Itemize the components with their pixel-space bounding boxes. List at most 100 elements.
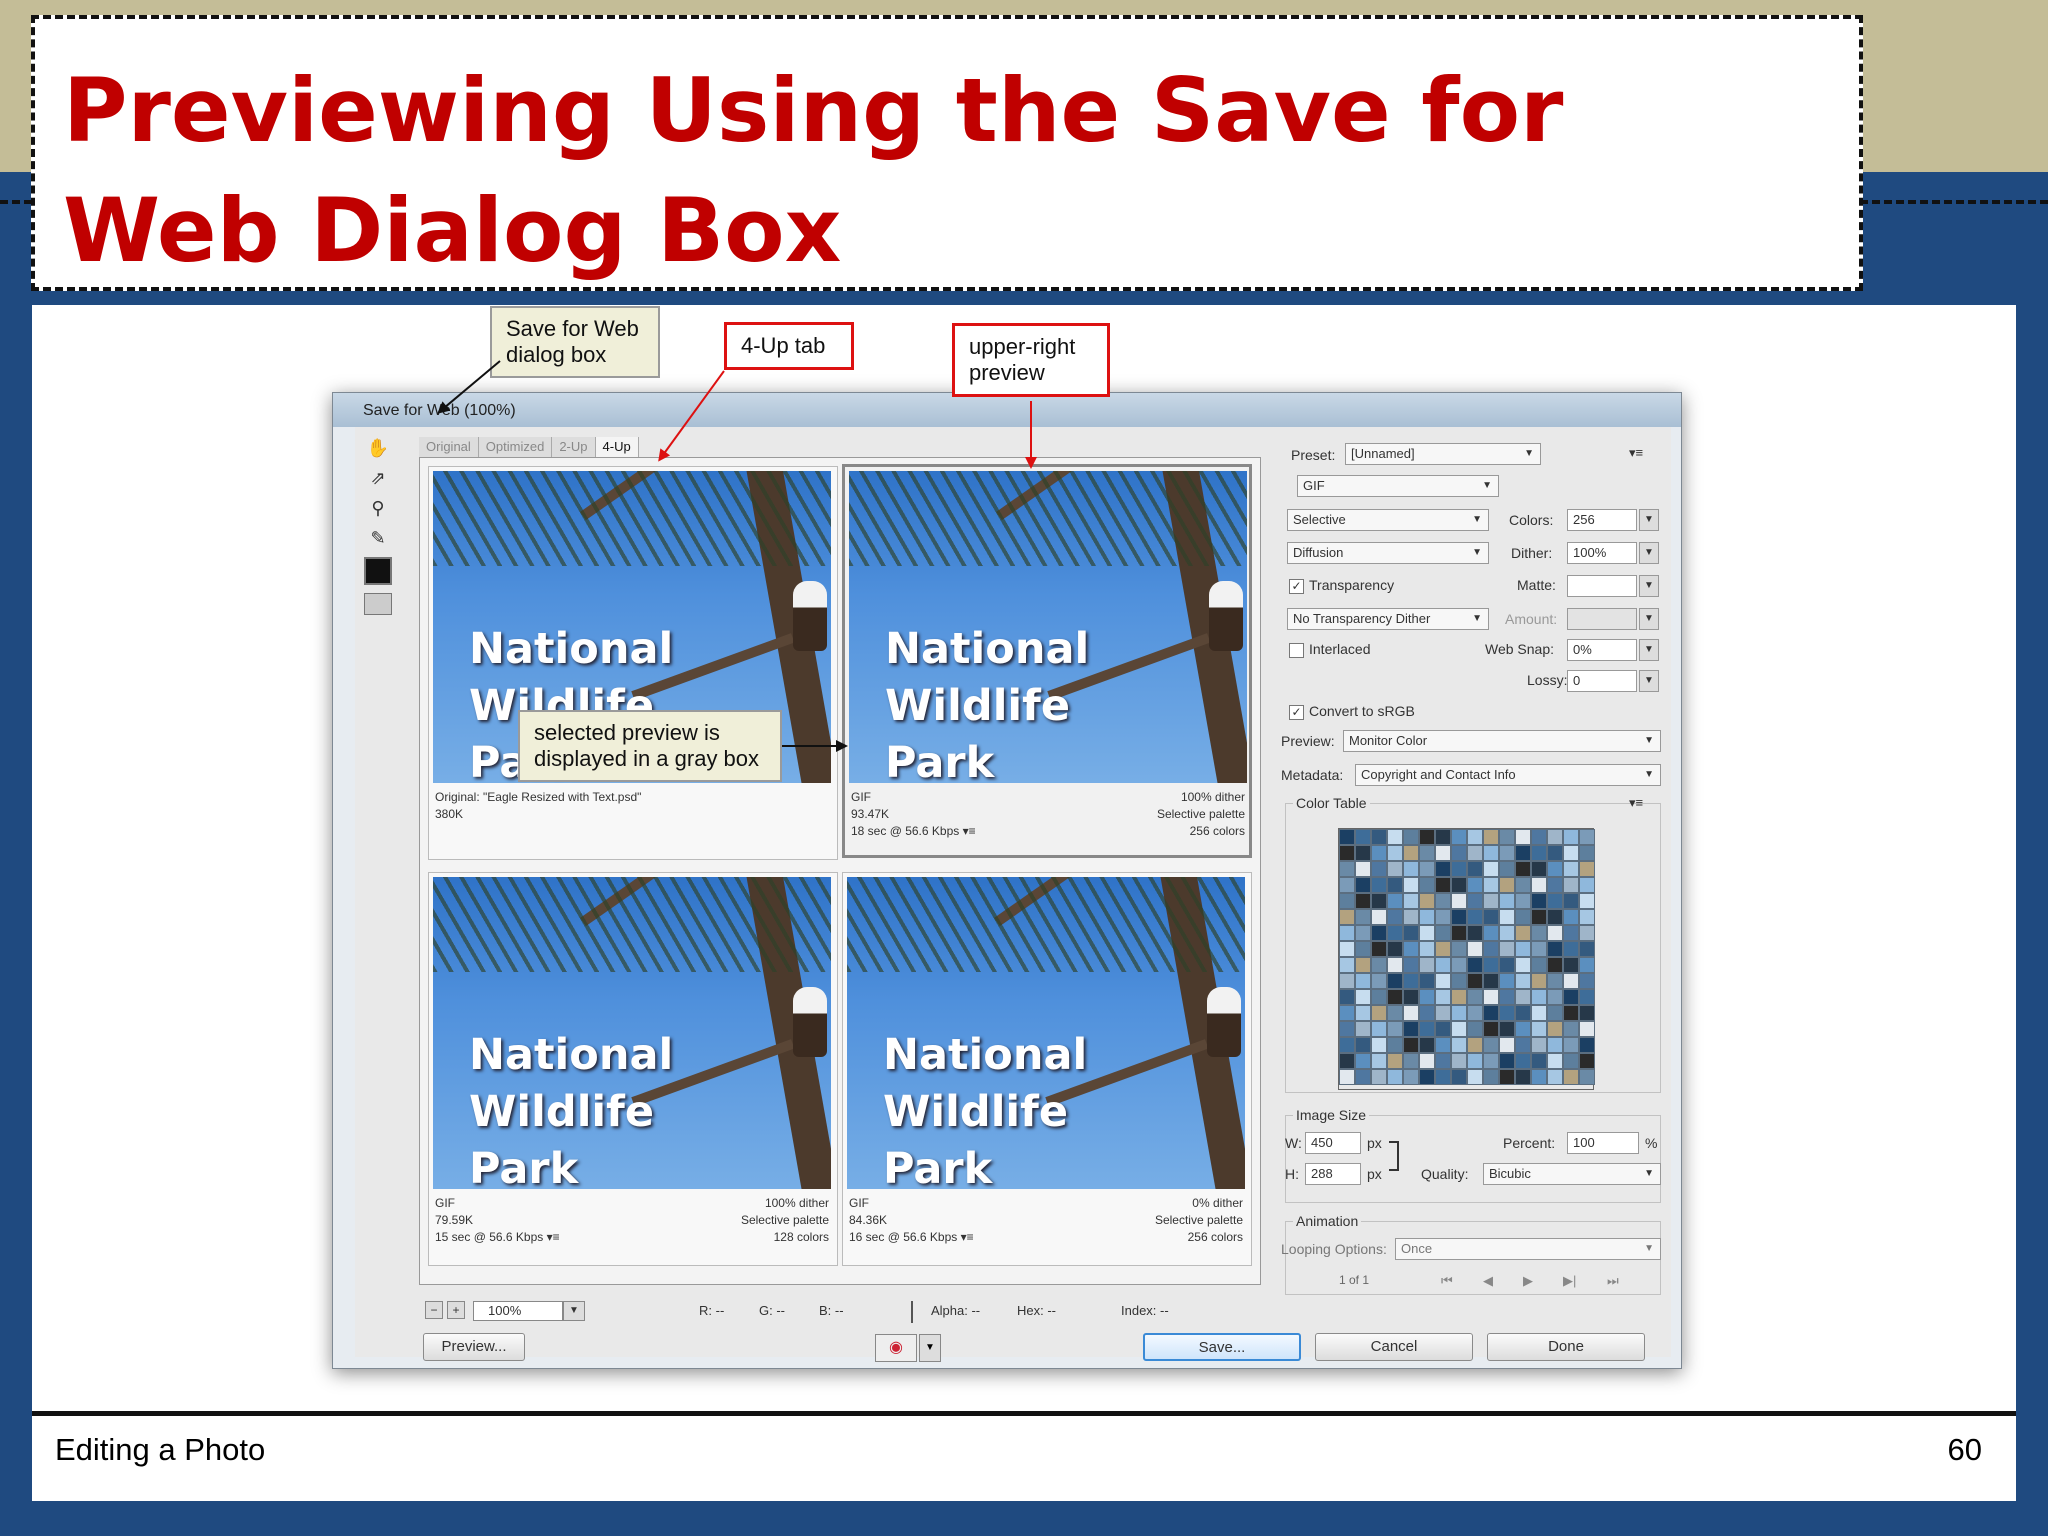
color-swatch[interactable] <box>1419 1069 1435 1085</box>
color-swatch[interactable] <box>1547 1005 1563 1021</box>
eyedropper-tool-icon[interactable]: ✎ <box>363 525 393 551</box>
color-swatch[interactable] <box>1467 989 1483 1005</box>
dither-algorithm-dropdown[interactable]: Diffusion ▼ <box>1287 542 1489 564</box>
color-swatch[interactable] <box>1483 941 1499 957</box>
zoom-out-button[interactable]: − <box>425 1301 443 1319</box>
color-swatch[interactable] <box>1435 877 1451 893</box>
color-swatch[interactable] <box>1435 1053 1451 1069</box>
color-swatch[interactable] <box>1339 1053 1355 1069</box>
color-swatch[interactable] <box>1435 861 1451 877</box>
color-swatch[interactable] <box>1371 1069 1387 1085</box>
color-swatch[interactable] <box>1387 877 1403 893</box>
color-swatch[interactable] <box>1419 861 1435 877</box>
color-swatch[interactable] <box>1579 941 1595 957</box>
color-swatch[interactable] <box>1339 1005 1355 1021</box>
color-swatch[interactable] <box>1499 1053 1515 1069</box>
color-swatch[interactable] <box>1419 829 1435 845</box>
convert-srgb-checkbox[interactable]: ✓ <box>1289 705 1304 720</box>
window-title-bar[interactable] <box>333 393 1681 427</box>
tab-2-up[interactable]: 2-Up <box>552 437 596 457</box>
color-swatch[interactable] <box>1371 941 1387 957</box>
color-swatch[interactable] <box>1355 925 1371 941</box>
color-swatch[interactable] <box>1387 925 1403 941</box>
width-field[interactable]: 450 <box>1305 1132 1361 1154</box>
color-swatch[interactable] <box>1371 957 1387 973</box>
color-swatch[interactable] <box>1531 861 1547 877</box>
transparency-checkbox[interactable]: ✓ <box>1289 579 1304 594</box>
tab-optimized[interactable]: Optimized <box>478 437 553 457</box>
color-swatch[interactable] <box>1499 893 1515 909</box>
color-swatch[interactable] <box>1339 845 1355 861</box>
slice-select-tool-icon[interactable]: ⇗ <box>363 465 393 491</box>
color-swatch[interactable] <box>1403 1069 1419 1085</box>
color-swatch[interactable] <box>1563 861 1579 877</box>
color-swatch[interactable] <box>1499 829 1515 845</box>
color-swatch[interactable] <box>1355 845 1371 861</box>
color-swatch[interactable] <box>1387 1021 1403 1037</box>
web-snap-field[interactable]: 0% <box>1567 639 1637 661</box>
color-swatch[interactable] <box>1339 1037 1355 1053</box>
preview-pane-upper-right[interactable]: National Wildlife Park GIF 93.47K 18 sec… <box>842 464 1252 858</box>
color-swatch[interactable] <box>1483 845 1499 861</box>
color-swatch[interactable] <box>1451 893 1467 909</box>
color-swatch[interactable] <box>1403 909 1419 925</box>
color-swatch[interactable] <box>1451 941 1467 957</box>
color-swatch[interactable] <box>1579 845 1595 861</box>
color-swatch[interactable] <box>1483 861 1499 877</box>
color-swatch[interactable] <box>1371 989 1387 1005</box>
dither-spin-icon[interactable]: ▼ <box>1639 542 1659 564</box>
color-swatch[interactable] <box>1387 957 1403 973</box>
color-swatch[interactable] <box>1499 861 1515 877</box>
color-swatch[interactable] <box>1339 877 1355 893</box>
colors-spin-icon[interactable]: ▼ <box>1639 509 1659 531</box>
color-swatch[interactable] <box>1355 957 1371 973</box>
color-swatch[interactable] <box>1355 909 1371 925</box>
color-swatch[interactable] <box>1419 893 1435 909</box>
preset-dropdown[interactable]: [Unnamed] ▼ <box>1345 443 1541 465</box>
color-swatch[interactable] <box>1547 845 1563 861</box>
color-swatch[interactable] <box>1467 909 1483 925</box>
color-swatch[interactable] <box>1387 1069 1403 1085</box>
color-swatch[interactable] <box>1419 973 1435 989</box>
color-swatch[interactable] <box>1467 941 1483 957</box>
color-swatch[interactable] <box>1451 989 1467 1005</box>
color-swatch[interactable] <box>1419 941 1435 957</box>
save-button[interactable]: Save... <box>1143 1333 1301 1361</box>
color-swatch[interactable] <box>1563 845 1579 861</box>
color-swatch[interactable] <box>1547 941 1563 957</box>
done-button[interactable]: Done <box>1487 1333 1645 1361</box>
color-swatch[interactable] <box>1355 1053 1371 1069</box>
color-swatch[interactable] <box>1579 1021 1595 1037</box>
color-swatch[interactable] <box>1531 989 1547 1005</box>
color-swatch[interactable] <box>1403 1053 1419 1069</box>
color-swatch[interactable] <box>1339 829 1355 845</box>
interlaced-checkbox[interactable] <box>1289 643 1304 658</box>
color-swatch[interactable] <box>1483 893 1499 909</box>
color-table-menu-icon[interactable]: ▾≡ <box>1629 795 1643 811</box>
color-swatch[interactable] <box>1387 973 1403 989</box>
color-swatch[interactable] <box>1419 1005 1435 1021</box>
color-swatch[interactable] <box>1435 1069 1451 1085</box>
color-swatch[interactable] <box>1451 1021 1467 1037</box>
color-swatch[interactable] <box>1403 893 1419 909</box>
color-swatch[interactable] <box>1467 845 1483 861</box>
color-swatch[interactable] <box>1515 893 1531 909</box>
preview-pane-lower-left[interactable]: National Wildlife Park GIF 79.59K 15 sec… <box>428 872 838 1266</box>
color-reduction-dropdown[interactable]: Selective ▼ <box>1287 509 1489 531</box>
color-swatch[interactable] <box>1419 1053 1435 1069</box>
color-swatch[interactable] <box>1579 861 1595 877</box>
color-swatch[interactable] <box>1531 829 1547 845</box>
browser-icon[interactable]: ◉ <box>875 1334 917 1362</box>
play-animation-icon[interactable]: ▶ <box>1523 1273 1533 1289</box>
color-swatch[interactable] <box>1483 1053 1499 1069</box>
color-swatch[interactable] <box>1339 957 1355 973</box>
color-swatch[interactable] <box>1579 1053 1595 1069</box>
color-swatch[interactable] <box>1515 1021 1531 1037</box>
hand-tool-icon[interactable]: ✋ <box>363 435 393 461</box>
color-swatch[interactable] <box>1467 893 1483 909</box>
color-swatch[interactable] <box>1579 925 1595 941</box>
color-swatch[interactable] <box>1563 893 1579 909</box>
color-swatch[interactable] <box>1579 1069 1595 1085</box>
color-swatch[interactable] <box>1403 1037 1419 1053</box>
color-swatch[interactable] <box>1531 1053 1547 1069</box>
